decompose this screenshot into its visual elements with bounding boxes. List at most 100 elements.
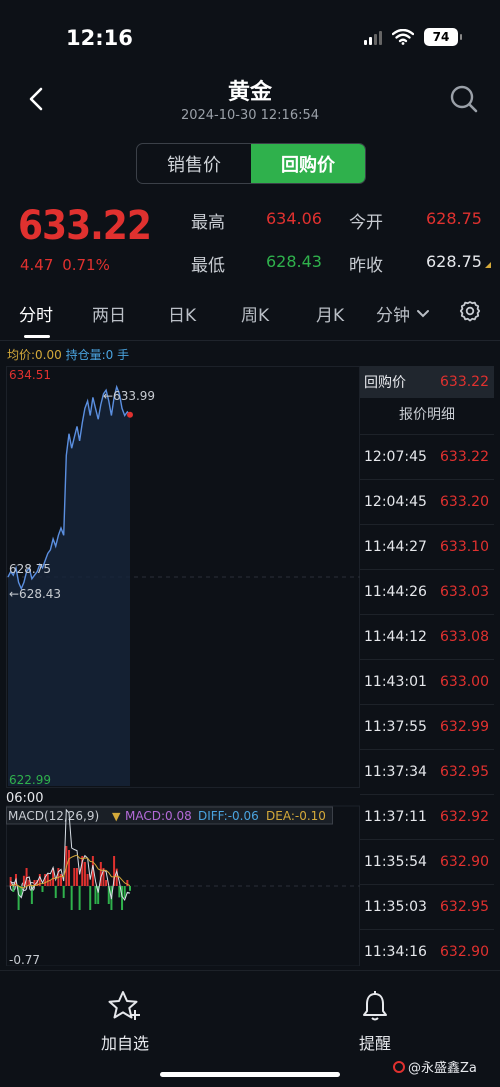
quote-row-time: 12:04:45	[364, 494, 427, 510]
quote-datetime: 2024-10-30 12:16:54	[180, 108, 320, 123]
home-indicator[interactable]	[160, 1072, 340, 1077]
diff-value: DIFF:-0.06	[198, 809, 259, 823]
quote-row-price: 632.92	[440, 809, 489, 825]
macd-bar	[25, 868, 28, 886]
quote-row-price: 632.95	[440, 764, 489, 780]
macd-bar	[94, 886, 97, 904]
macd-bar	[12, 886, 15, 892]
quote-row-time: 11:35:03	[364, 899, 427, 915]
corner-triangle-icon	[485, 262, 491, 268]
quote-list-subtitle: 报价明细	[399, 407, 455, 423]
tab-daily-k[interactable]: 日K	[168, 301, 196, 326]
quote-row: 11:37:55 632.99	[360, 704, 494, 749]
y-max-label: 634.51	[9, 368, 51, 382]
quote-row: 11:44:12 633.08	[360, 614, 494, 659]
current-price: 633.22	[18, 203, 152, 249]
last-price-dot	[127, 411, 133, 418]
quote-row-time: 11:44:12	[364, 629, 427, 645]
quote-row-time: 11:44:26	[364, 584, 427, 600]
macd-bar	[68, 850, 70, 886]
prev-close-label: 昨收	[349, 256, 383, 276]
price-type-toggle: 销售价 回购价	[136, 143, 366, 184]
watermark-logo-icon	[393, 1060, 405, 1073]
tab-monthly-k[interactable]: 月K	[316, 301, 344, 326]
quote-row-time: 11:37:55	[364, 719, 427, 735]
quote-row-price: 632.90	[440, 854, 489, 870]
bell-icon	[363, 991, 387, 1021]
macd-header: MACD(12,26,9)	[8, 809, 99, 823]
open-label: 今开	[349, 213, 383, 233]
quote-row-time: 11:34:16	[364, 944, 427, 960]
quote-list-header: 回购价 633.22	[360, 366, 494, 398]
watermark: @永盛鑫Za	[393, 1057, 477, 1076]
quote-row: 11:34:16 632.90	[360, 929, 494, 974]
quote-row: 11:35:03 632.95	[360, 884, 494, 929]
add-favorite-button[interactable]: 加自选	[75, 990, 175, 1054]
macd-histogram	[9, 846, 131, 910]
low-value: 628.43	[266, 252, 322, 271]
page-title: 黄金	[227, 80, 272, 105]
macd-bar	[75, 868, 78, 886]
tab-minute[interactable]: 分钟	[376, 301, 430, 326]
y-min-label: 622.99	[9, 773, 51, 787]
chart-info-line: 均价:0.00 持仓量:0 手	[7, 346, 129, 363]
high-value: 634.06	[266, 209, 322, 228]
sell-price-tab[interactable]: 销售价	[137, 144, 251, 183]
cellular-signal-icon	[364, 29, 382, 45]
battery-icon: 74	[424, 28, 462, 46]
macd-bar	[70, 886, 73, 910]
quote-row-price: 632.95	[440, 899, 489, 915]
macd-bar	[123, 886, 126, 898]
open-value: 628.75	[426, 209, 482, 228]
macd-bar	[46, 874, 49, 886]
quote-row-price: 633.08	[440, 629, 489, 645]
dea-value: DEA:-0.10	[266, 809, 326, 823]
macd-bar	[129, 886, 131, 891]
quote-row-time: 11:35:54	[364, 854, 427, 870]
quote-row: 11:43:01 633.00	[360, 659, 494, 704]
low-label: 最低	[191, 256, 225, 276]
buyback-price-tab[interactable]: 回购价	[251, 144, 365, 183]
quote-row-price: 633.20	[440, 494, 489, 510]
quote-row-time: 12:07:45	[364, 449, 427, 465]
tab-weekly-k[interactable]: 周K	[241, 301, 269, 326]
change-percent: 0.71%	[62, 256, 110, 274]
intraday-chart[interactable]: 634.51 628.75 ←628.43 ←633.99 622.99 06:…	[6, 366, 360, 966]
change-amount: 4.47	[20, 256, 54, 274]
quote-list-header-price: 633.22	[440, 374, 489, 390]
low-marker-label: ←628.43	[9, 587, 61, 601]
price-change: 4.47 0.71%	[20, 256, 110, 274]
quote-row-time: 11:44:27	[364, 539, 427, 555]
position-label: 持仓量:0 手	[65, 348, 130, 362]
quote-row-price: 633.22	[440, 449, 489, 465]
start-time-label: 06:00	[6, 791, 43, 806]
macd-bar	[105, 880, 108, 886]
add-favorite-label: 加自选	[100, 1034, 149, 1053]
quote-row: 12:07:45 633.22	[360, 434, 494, 479]
search-icon[interactable]	[449, 84, 479, 114]
bottom-divider	[0, 970, 500, 971]
quote-row: 11:35:54 632.90	[360, 839, 494, 884]
tab-two-day[interactable]: 两日	[92, 301, 126, 326]
star-plus-icon	[108, 991, 140, 1020]
quote-row-price: 633.00	[440, 674, 489, 690]
chevron-down-icon	[417, 309, 429, 317]
gear-icon[interactable]	[458, 300, 482, 324]
quote-row-price: 633.10	[440, 539, 489, 555]
high-label: 最高	[191, 213, 225, 233]
quote-row: 11:44:26 633.03	[360, 569, 494, 614]
macd-bar	[41, 886, 44, 892]
macd-bar	[73, 868, 76, 886]
macd-value: MACD:0.08	[125, 809, 192, 823]
status-icons: 74	[364, 28, 462, 46]
quote-row-price: 632.99	[440, 719, 489, 735]
alert-label: 提醒	[358, 1034, 391, 1053]
tab-intraday[interactable]: 分时	[19, 301, 53, 326]
macd-bar	[62, 886, 65, 898]
quote-list-header-label: 回购价	[364, 375, 406, 391]
alert-button[interactable]: 提醒	[325, 990, 425, 1054]
macd-bar	[78, 886, 81, 910]
tabs-divider	[0, 340, 500, 341]
quote-row: 11:37:11 632.92	[360, 794, 494, 839]
quote-row-time: 11:43:01	[364, 674, 427, 690]
